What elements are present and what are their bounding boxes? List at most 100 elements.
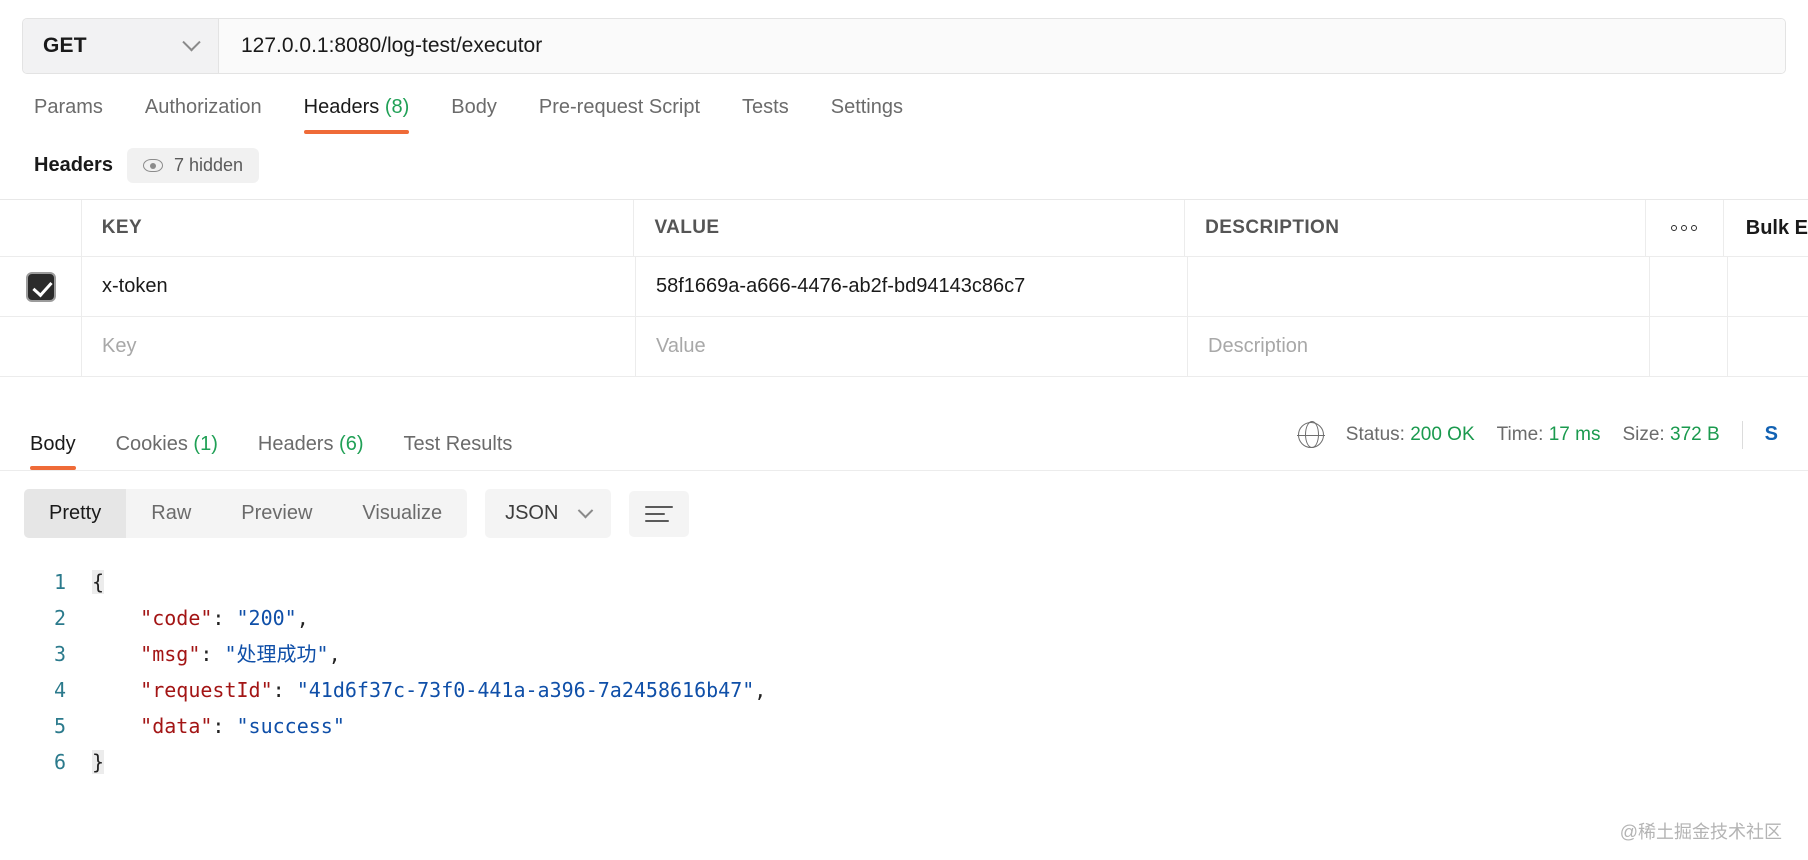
- response-tab-test-results[interactable]: Test Results: [384, 433, 533, 470]
- code-line: 2 "code": "200",: [0, 600, 1808, 636]
- viewer-mode-visualize-label: Visualize: [362, 502, 443, 524]
- code-line: 4 "requestId": "41d6f37c-73f0-441a-a396-…: [0, 672, 1808, 708]
- url-input[interactable]: [219, 19, 1785, 73]
- tab-body[interactable]: Body: [430, 96, 518, 134]
- size-value: 372 B: [1670, 423, 1720, 445]
- table-row: x-token 58f1669a-a666-4476-ab2f-bd94143c…: [0, 257, 1808, 317]
- wrap-lines-button[interactable]: [629, 490, 690, 537]
- code-line-text: "requestId": "41d6f37c-73f0-441a-a396-7a…: [140, 678, 767, 702]
- column-header-value: VALUE: [634, 200, 1186, 256]
- save-response-button[interactable]: S: [1765, 423, 1778, 446]
- viewer-mode-pretty-label: Pretty: [49, 502, 102, 524]
- response-body-code[interactable]: 1{2 "code": "200", 3 "msg": "处理成功", 4 "req…: [0, 552, 1808, 780]
- viewer-mode-visualize[interactable]: Visualize: [337, 489, 467, 538]
- code-line-text: "code": "200",: [140, 606, 309, 630]
- code-line-text: "msg": "处理成功",: [140, 642, 341, 666]
- viewer-mode-raw[interactable]: Raw: [126, 489, 216, 538]
- row-checkbox[interactable]: [25, 271, 56, 302]
- code-line-text: {: [92, 570, 105, 594]
- bulk-edit-button[interactable]: Bulk E: [1746, 217, 1808, 240]
- status-badge: Status: 200 OK: [1346, 424, 1475, 446]
- response-format-label: JSON: [505, 502, 559, 524]
- response-body-toolbar: Pretty Raw Preview Visualize JSON: [0, 471, 1808, 552]
- response-tab-headers-count: (6): [339, 433, 364, 455]
- code-line: 5 "data": "success": [0, 708, 1808, 744]
- response-meta: Status: 200 OK Time: 17 ms Size: 372 B S: [1296, 420, 1778, 449]
- time-value: 17 ms: [1548, 423, 1601, 445]
- tab-tests[interactable]: Tests: [721, 96, 810, 134]
- row-value-cell[interactable]: 58f1669a-a666-4476-ab2f-bd94143c86c7: [636, 257, 1188, 316]
- response-format-selector[interactable]: JSON: [485, 489, 612, 538]
- response-tab-headers[interactable]: Headers (6): [238, 433, 384, 470]
- tab-settings-label: Settings: [830, 96, 903, 118]
- response-gap: [0, 377, 1808, 399]
- viewer-mode-pretty[interactable]: Pretty: [24, 489, 127, 538]
- http-method-selector[interactable]: GET: [23, 19, 219, 73]
- time-label: Time:: [1496, 423, 1544, 445]
- viewer-mode-preview[interactable]: Preview: [216, 489, 337, 538]
- chevron-down-icon: [182, 32, 201, 51]
- hidden-headers-label: 7 hidden: [173, 155, 244, 175]
- meta-divider: [1741, 420, 1743, 449]
- code-line-number: 1: [53, 570, 66, 594]
- select-all-cell: [0, 200, 82, 256]
- tab-headers-count: (8): [384, 96, 410, 118]
- headers-table: KEY VALUE DESCRIPTION Bulk E x-token 58f…: [0, 199, 1808, 377]
- empty-row-checkbox-cell: [0, 317, 82, 376]
- response-tab-body[interactable]: Body: [30, 433, 96, 470]
- empty-row-description-cell[interactable]: Description: [1188, 317, 1650, 376]
- code-line-number: 6: [53, 750, 66, 774]
- description-placeholder: Description: [1208, 335, 1309, 357]
- value-placeholder: Value: [656, 335, 706, 357]
- url-bar-container: GET: [0, 0, 1808, 74]
- headers-section-title: Headers: [34, 154, 113, 176]
- row-key-value: x-token: [102, 275, 168, 297]
- tab-authorization-label: Authorization: [144, 96, 262, 118]
- tab-headers[interactable]: Headers (8): [283, 96, 431, 134]
- http-method-label: GET: [43, 34, 87, 57]
- empty-row-value-cell[interactable]: Value: [636, 317, 1188, 376]
- code-line-number: 2: [53, 606, 66, 630]
- code-line-number: 3: [53, 642, 66, 666]
- globe-icon: [1296, 420, 1325, 449]
- response-tab-cookies[interactable]: Cookies (1): [96, 433, 238, 470]
- hidden-headers-toggle[interactable]: 7 hidden: [126, 148, 260, 183]
- response-tab-bar: Body Cookies (1) Headers (6) Test Result…: [0, 399, 1808, 471]
- viewer-mode-raw-label: Raw: [151, 502, 192, 524]
- eye-icon: [142, 159, 163, 172]
- response-tab-body-label: Body: [30, 433, 76, 455]
- empty-row-spacer-bulk: [1728, 317, 1808, 376]
- row-description-cell[interactable]: [1188, 257, 1650, 316]
- status-label: Status:: [1345, 423, 1405, 445]
- tab-params-label: Params: [34, 96, 103, 118]
- viewer-mode-group: Pretty Raw Preview Visualize: [24, 489, 468, 538]
- response-tabs: Body Cookies (1) Headers (6) Test Result…: [30, 399, 532, 470]
- row-key-cell[interactable]: x-token: [82, 257, 636, 316]
- table-row-empty: Key Value Description: [0, 317, 1808, 377]
- tab-settings[interactable]: Settings: [810, 96, 924, 134]
- row-value-value: 58f1669a-a666-4476-ab2f-bd94143c86c7: [656, 275, 1026, 297]
- tab-tests-label: Tests: [742, 96, 789, 118]
- tab-pre-request-script[interactable]: Pre-request Script: [518, 96, 721, 134]
- response-tab-cookies-label: Cookies: [115, 433, 188, 455]
- column-header-description: DESCRIPTION: [1185, 200, 1646, 256]
- code-line-text: "data": "success": [140, 714, 345, 738]
- watermark: @稀土掘金技术社区: [1619, 822, 1782, 842]
- table-options-button[interactable]: [1646, 200, 1724, 256]
- code-line-text: }: [92, 750, 105, 774]
- code-line: 3 "msg": "处理成功",: [0, 636, 1808, 672]
- empty-row-spacer-dots: [1650, 317, 1728, 376]
- url-bar: GET: [22, 18, 1786, 74]
- code-line: 1{: [0, 564, 1808, 600]
- response-tab-headers-label: Headers: [257, 433, 334, 455]
- empty-row-key-cell[interactable]: Key: [82, 317, 636, 376]
- headers-section-header: Headers 7 hidden: [0, 134, 1808, 199]
- headers-table-header-row: KEY VALUE DESCRIPTION Bulk E: [0, 200, 1808, 257]
- bulk-edit-cell: Bulk E: [1724, 200, 1808, 256]
- size-badge: Size: 372 B: [1622, 424, 1719, 446]
- key-placeholder: Key: [102, 335, 137, 357]
- tab-params[interactable]: Params: [30, 96, 124, 134]
- tab-authorization[interactable]: Authorization: [124, 96, 283, 134]
- response-tab-cookies-count: (1): [193, 433, 218, 455]
- tab-body-label: Body: [451, 96, 497, 118]
